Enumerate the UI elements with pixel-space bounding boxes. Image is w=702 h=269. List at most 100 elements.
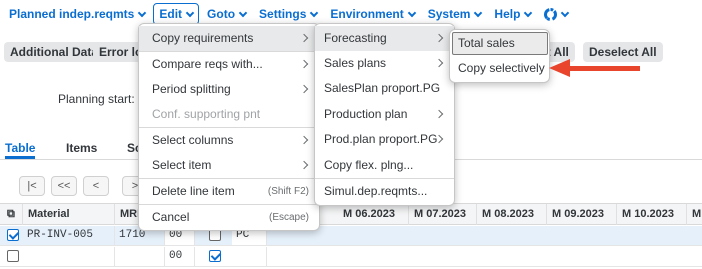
menu-item-label: Sales plans: [324, 56, 387, 70]
row-select-checkbox[interactable]: [7, 250, 19, 262]
chevron-right-icon: [299, 33, 309, 43]
menu-item-compare-reqs[interactable]: Compare reqs with...: [139, 52, 319, 77]
chevron-right-icon: [434, 58, 444, 68]
row-select-checkbox[interactable]: [7, 229, 19, 241]
menu-label: System: [427, 7, 471, 21]
additional-data-button[interactable]: Additional Data: [4, 42, 105, 62]
menu-item-prodplan-proport[interactable]: Prod.plan proport.PG: [315, 127, 454, 152]
menu-item-label: SalesPlan proport.PG: [324, 81, 441, 95]
menu-label: Help: [494, 7, 521, 21]
tab-table[interactable]: Table: [5, 141, 36, 159]
table-row[interactable]: PR-INV-005 1710 00 PC: [0, 226, 702, 246]
menu-label: Settings: [259, 7, 307, 21]
chevron-down-icon: [185, 8, 195, 17]
copy-requirements-submenu: Forecasting Sales plans SalesPlan propor…: [314, 23, 455, 206]
menu-planned-indep-reqmts[interactable]: Planned indep.reqmts: [4, 3, 150, 25]
table-row[interactable]: 00: [0, 247, 702, 267]
menu-item-select-item[interactable]: Select item: [139, 153, 319, 178]
active-checkbox-cell: [195, 247, 232, 266]
column-header-m09[interactable]: M 09.2023: [547, 204, 617, 225]
chevron-down-icon: [138, 8, 147, 17]
menu-item-forecasting[interactable]: Forecasting: [315, 26, 454, 51]
menu-item-copy-flex-plng[interactable]: Copy flex. plng...: [315, 153, 454, 178]
menu-item-label: Cancel: [152, 210, 190, 224]
menu-item-label: Period splitting: [152, 82, 231, 96]
select-all-rows-icon[interactable]: ⧉: [0, 204, 23, 225]
menu-item-simul-dep-reqmts[interactable]: Simul.dep.reqmts...: [315, 179, 454, 204]
menu-settings-gear[interactable]: [539, 3, 573, 25]
column-header-m10[interactable]: M 10.2023: [617, 204, 687, 225]
chevron-right-icon: [299, 84, 309, 94]
version-cell[interactable]: 00: [165, 247, 195, 266]
menu-item-copy-requirements[interactable]: Copy requirements: [139, 26, 319, 51]
material-cell[interactable]: [23, 247, 115, 266]
mrp-cell[interactable]: [115, 247, 165, 266]
menu-item-label: Select item: [152, 158, 212, 172]
edit-menu: Copy requirements Compare reqs with... P…: [138, 23, 320, 231]
menu-edit[interactable]: Edit: [153, 3, 200, 25]
chevron-down-icon: [561, 8, 570, 17]
unit-cell[interactable]: [232, 247, 267, 266]
forecasting-submenu: Total sales Copy selectively: [449, 29, 550, 83]
menu-item-label: Forecasting: [324, 31, 387, 45]
chevron-right-icon: [299, 59, 309, 69]
requirements-table: ⧉ Material MRP M 06.2023 M 07.2023 M 08.…: [0, 203, 702, 269]
menu-goto[interactable]: Goto: [202, 3, 251, 25]
gear-icon: [544, 7, 558, 21]
menu-item-select-columns[interactable]: Select columns: [139, 128, 319, 153]
menu-label: Environment: [330, 7, 404, 21]
menu-item-copy-selectively[interactable]: Copy selectively: [450, 56, 549, 81]
menu-item-label: Conf. supporting pnt: [152, 107, 261, 121]
material-cell[interactable]: PR-INV-005: [23, 226, 115, 245]
chevron-right-icon: [434, 109, 444, 119]
menu-item-production-plan[interactable]: Production plan: [315, 102, 454, 127]
chevron-down-icon: [407, 8, 416, 17]
chevron-down-icon: [474, 8, 483, 17]
menu-item-period-splitting[interactable]: Period splitting: [139, 77, 319, 102]
previous-button[interactable]: <: [83, 176, 109, 196]
menu-item-label: Compare reqs with...: [152, 57, 263, 71]
menu-item-label: Delete line item: [152, 184, 235, 198]
menu-label: Goto: [207, 7, 236, 21]
chevron-down-icon: [238, 8, 248, 17]
menu-item-conf-supporting-pnt: Conf. supporting pnt: [139, 102, 319, 127]
menu-label: Edit: [159, 7, 183, 21]
menu-label: Planned indep.reqmts: [9, 7, 135, 21]
menu-item-total-sales[interactable]: Total sales: [452, 32, 548, 55]
menu-item-cancel[interactable]: Cancel (Escape): [139, 205, 319, 230]
chevron-down-icon: [310, 8, 319, 17]
menu-item-label: Simul.dep.reqmts...: [324, 184, 428, 198]
column-header-m08[interactable]: M 08.2023: [477, 204, 547, 225]
annotation-arrow-shaft: [568, 66, 640, 71]
deselect-all-button[interactable]: Deselect All: [583, 42, 663, 62]
tab-items[interactable]: Items: [66, 141, 97, 159]
shortcut-hint: (Escape): [268, 212, 309, 223]
active-checkbox[interactable]: [209, 250, 221, 262]
column-header-m06[interactable]: M 06.2023: [338, 204, 409, 225]
column-header-material[interactable]: Material: [23, 204, 115, 225]
column-header-next[interactable]: M: [687, 204, 702, 225]
chevron-right-icon: [299, 160, 309, 170]
menu-system[interactable]: System: [423, 3, 487, 25]
menu-item-label: Copy flex. plng...: [324, 158, 414, 172]
menu-item-label: Select columns: [152, 133, 234, 147]
table-header: ⧉ Material MRP M 06.2023 M 07.2023 M 08.…: [0, 203, 702, 225]
chevron-right-icon: [434, 33, 444, 43]
annotation-arrow-icon: [549, 59, 570, 77]
chevron-right-icon: [299, 135, 309, 145]
menu-item-label: Prod.plan proport.PG: [324, 132, 438, 146]
menu-item-salesplan-proport[interactable]: SalesPlan proport.PG: [315, 76, 454, 101]
planning-start-label: Planning start: 0: [58, 92, 145, 106]
first-page-button[interactable]: |<: [19, 176, 45, 196]
column-header-mrp[interactable]: MRP: [115, 204, 140, 225]
menu-item-label: Copy requirements: [152, 31, 254, 45]
menu-environment[interactable]: Environment: [325, 3, 419, 25]
menu-settings[interactable]: Settings: [254, 3, 322, 25]
menu-item-delete-line-item[interactable]: Delete line item (Shift F2): [139, 179, 319, 204]
chevron-down-icon: [524, 8, 533, 17]
menu-item-label: Production plan: [324, 107, 408, 121]
previous-page-button[interactable]: <<: [51, 176, 77, 196]
menu-help[interactable]: Help: [489, 3, 536, 25]
menu-item-sales-plans[interactable]: Sales plans: [315, 51, 454, 76]
column-header-m07[interactable]: M 07.2023: [409, 204, 477, 225]
